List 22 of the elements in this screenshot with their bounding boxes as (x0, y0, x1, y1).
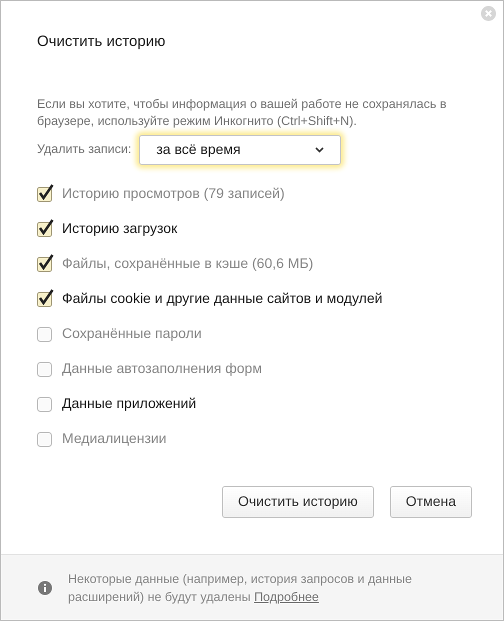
checkbox[interactable] (37, 289, 54, 307)
checkbox[interactable] (37, 219, 54, 237)
more-link[interactable]: Подробнее (254, 590, 319, 604)
incognito-notice: Если вы хотите, чтобы информация о вашей работе не сохранялась в браузере, используйте режим Инкогнито (Ctrl+Shift+N). (37, 96, 448, 130)
checkbox[interactable] (37, 394, 54, 412)
chevron-down-icon (315, 146, 324, 152)
option-label: Историю просмотров (79 записей) (62, 184, 285, 203)
option-label: Сохранённые пароли (62, 324, 202, 343)
option-label: Историю загрузок (62, 218, 178, 238)
close-icon[interactable] (481, 6, 496, 21)
clear-history-button[interactable]: Очистить историю (222, 486, 374, 518)
option-label: Данные автозаполнения форм (62, 358, 262, 378)
option-label: Файлы cookie и другие данные сайтов и модулей (62, 288, 382, 308)
option-label: Данные приложений (62, 394, 196, 413)
cancel-button[interactable]: Отмена (390, 486, 472, 518)
option-label: Медиалицензии (62, 428, 167, 448)
range-label: Удалить записи: (37, 141, 132, 158)
range-dropdown[interactable]: за всё время (139, 134, 342, 164)
dialog-title: Очистить историю (37, 32, 166, 52)
option-label: Файлы, сохранённые в кэше (60,6 МБ) (62, 254, 314, 273)
footer-note: Некоторые данные (например, история запросов и данные расширений) не будут удалены Подробнее (68, 570, 413, 606)
info-icon (38, 580, 52, 594)
